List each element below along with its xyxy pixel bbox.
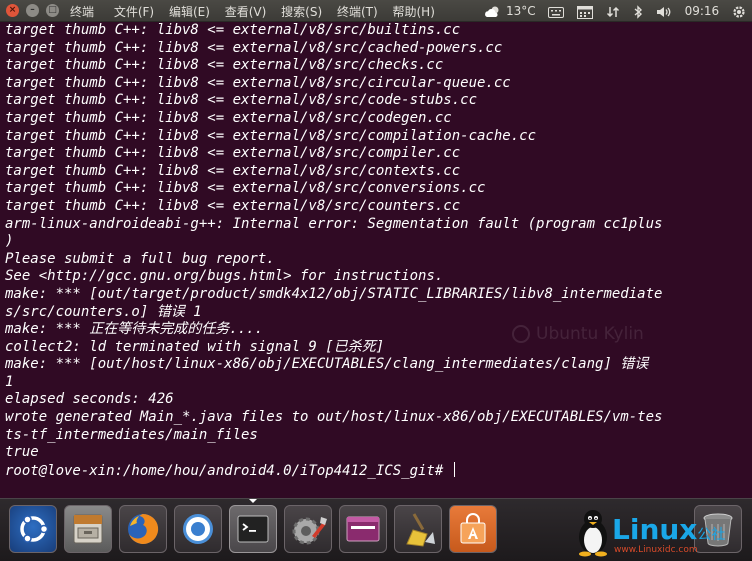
terminal-line: target thumb C++: libv8 <= external/v8/s… [5,109,452,126]
menu-terminal[interactable]: 终端(T) [337,5,378,19]
terminal-line: 1 [5,373,14,390]
file-cabinet-icon [73,514,103,544]
terminal-line: collect2: ld terminated with signal 9 [已… [5,338,385,355]
keyboard-icon [548,6,565,18]
linuxidc-brand-logo: Linux公社 www.Linuxidc.com [574,507,750,559]
dock-chromium[interactable] [174,505,222,553]
network-indicator[interactable] [606,2,620,20]
brand-name-text: Linux [612,513,698,546]
menu-search[interactable]: 搜索(S) [281,5,322,19]
settings-wrench-icon [292,517,327,545]
cloud-sun-icon [485,6,499,17]
terminal-line: arm-linux-androideabi-g++: Internal erro… [5,215,663,232]
ubuntu-logo-icon [20,515,49,543]
weather-temperature: 13°C [505,4,536,18]
menu-help[interactable]: 帮助(H) [392,5,434,19]
terminal-line: See <http://gcc.gnu.org/bugs.html> for i… [5,268,444,285]
app-title: 终端 [70,5,95,19]
dock-janitor[interactable] [394,505,442,553]
menu-file[interactable]: 文件(F) [114,5,154,19]
terminal-line: Please submit a full bug report. [5,250,275,267]
network-icon [607,6,620,17]
clock[interactable]: 09:16 [685,2,720,20]
terminal-line: target thumb C++: libv8 <= external/v8/s… [5,197,461,214]
terminal-output: target thumb C++: libv8 <= external/v8/s… [5,22,750,479]
menu-view[interactable]: 查看(V) [225,5,267,19]
desktop-screen: × – □ 终端 文件(F) 编辑(E) 查看(V) 搜索(S) 终端(T) 帮… [0,0,752,561]
firefox-icon [128,513,159,544]
workspace-icon [346,516,380,542]
terminal-prompt-line[interactable]: root@love-xin:/home/hou/android4.0/iTop4… [5,461,750,480]
terminal-line: target thumb C++: libv8 <= external/v8/s… [5,162,461,179]
calendar-indicator[interactable] [577,2,594,20]
window-minimize-button[interactable]: – [26,4,39,17]
terminal-line: s/src/counters.o] 错误 1 [5,303,202,320]
terminal-line: make: *** 正在等待未完成的任务.... [5,321,264,338]
dock-files[interactable] [64,505,112,553]
calendar-icon [577,5,594,19]
window-maximize-button[interactable]: □ [46,4,59,17]
bluetooth-icon [634,4,642,19]
brand-name: Linux公社 [612,513,725,546]
terminal-line: elapsed seconds: 426 [5,391,174,408]
terminal-view[interactable]: Ubuntu Kylin target thumb C++: libv8 <= … [0,22,752,498]
terminal-prompt: root@love-xin:/home/hou/android4.0/iTop4… [5,462,452,479]
brand-url: www.Linuxidc.com [614,545,698,555]
volume-icon [656,6,671,17]
dock-software-center[interactable] [449,505,497,553]
window-close-button[interactable]: × [6,4,19,17]
top-panel: × – □ 终端 文件(F) 编辑(E) 查看(V) 搜索(S) 终端(T) 帮… [0,0,752,22]
dock-ubuntu-kylin-launcher[interactable] [9,505,57,553]
launcher-dock: Linux公社 www.Linuxidc.com [0,498,752,561]
shopping-bag-icon [460,513,486,544]
brand-suffix: 公社 [697,527,726,543]
keyboard-indicator[interactable] [548,2,565,20]
terminal-line: true [5,444,39,461]
terminal-icon [237,515,269,543]
terminal-line: make: *** [out/target/product/smdk4x12/o… [5,285,663,302]
dock-terminal[interactable] [229,505,277,553]
menu-edit[interactable]: 编辑(E) [169,5,210,19]
terminal-line: wrote generated Main_*.java files to out… [5,409,663,426]
broom-icon [406,513,435,547]
dock-workspace-switcher[interactable] [339,505,387,553]
menu-bar: 终端 文件(F) 编辑(E) 查看(V) 搜索(S) 终端(T) 帮助(H) [70,3,446,20]
chromium-icon [183,514,213,544]
active-window-indicator [249,499,257,503]
terminal-line: target thumb C++: libv8 <= external/v8/s… [5,127,537,144]
weather-indicator[interactable]: 13°C [484,2,536,20]
session-indicator[interactable] [732,2,746,20]
bluetooth-indicator[interactable] [633,2,643,20]
terminal-line: ) [5,233,14,250]
volume-indicator[interactable] [656,2,672,20]
terminal-line: target thumb C++: libv8 <= external/v8/s… [5,145,461,162]
terminal-line: target thumb C++: libv8 <= external/v8/s… [5,92,478,109]
terminal-line: target thumb C++: libv8 <= external/v8/s… [5,39,503,56]
terminal-line: target thumb C++: libv8 <= external/v8/s… [5,180,486,197]
indicator-area: 13°C 09:16 [475,2,746,20]
terminal-line: target thumb C++: libv8 <= external/v8/s… [5,22,461,38]
terminal-line: make: *** [out/host/linux-x86/obj/EXECUT… [5,356,649,373]
text-cursor [453,461,455,477]
terminal-line: target thumb C++: libv8 <= external/v8/s… [5,57,444,74]
dock-system-settings[interactable] [284,505,332,553]
dock-firefox[interactable] [119,505,167,553]
tux-penguin-icon [579,510,607,557]
terminal-line: ts-tf_intermediates/main_files [5,426,258,443]
gear-icon [733,5,745,18]
terminal-line: target thumb C++: libv8 <= external/v8/s… [5,74,511,91]
